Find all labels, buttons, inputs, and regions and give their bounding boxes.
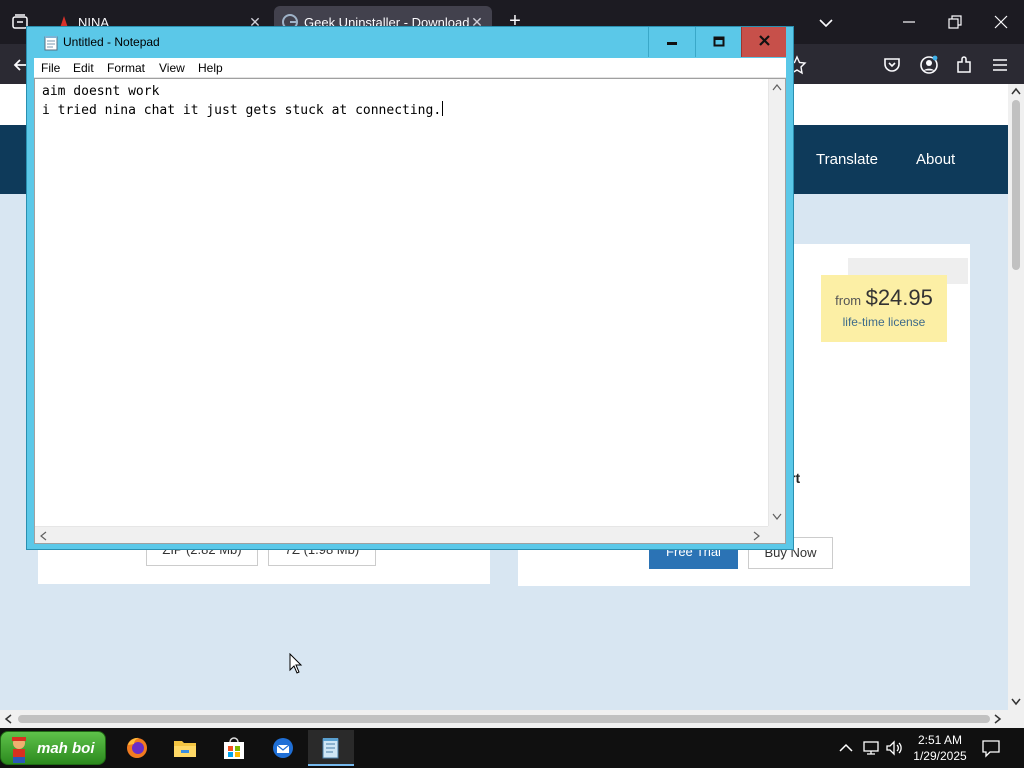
clock-date: 1/29/2025 <box>913 749 967 763</box>
scroll-thumb[interactable] <box>1012 100 1020 270</box>
menu-format[interactable]: Format <box>107 61 145 75</box>
scroll-left-icon[interactable] <box>39 531 47 541</box>
network-icon[interactable] <box>861 738 881 758</box>
scroll-down-icon[interactable] <box>772 513 782 521</box>
notepad-text: aim doesnt work i tried nina chat it jus… <box>42 84 442 118</box>
taskbar: mah boi 2:51 AM 1/29/2025 <box>0 728 1024 768</box>
scroll-left-icon[interactable] <box>4 714 12 724</box>
notifications-icon[interactable] <box>981 738 1001 758</box>
notepad-menu-bar: File Edit Format View Help <box>34 58 786 78</box>
clock-time: 2:51 AM <box>917 733 963 747</box>
menu-edit[interactable]: Edit <box>73 61 94 75</box>
nav-translate-link[interactable]: Translate <box>816 151 878 168</box>
menu-help[interactable]: Help <box>198 61 223 75</box>
notepad-minimize-button[interactable] <box>648 27 694 57</box>
system-clock[interactable]: 2:51 AM 1/29/2025 <box>908 732 972 764</box>
pocket-icon[interactable] <box>881 54 903 76</box>
license-label: life-time license <box>842 315 926 329</box>
file-explorer-icon <box>174 741 196 757</box>
menu-view[interactable]: View <box>159 61 185 75</box>
notepad-horizontal-scrollbar[interactable] <box>35 526 769 543</box>
size-grip[interactable] <box>768 526 785 543</box>
minimize-window-icon[interactable] <box>897 10 921 34</box>
scroll-right-icon[interactable] <box>753 531 761 541</box>
notepad-title-icon <box>44 36 58 51</box>
store-icon <box>224 737 244 759</box>
taskbar-thunderbird[interactable] <box>260 730 306 766</box>
price-value: $24.95 <box>865 285 933 310</box>
menu-file[interactable]: File <box>41 61 60 75</box>
volume-icon[interactable] <box>884 738 904 758</box>
price-box: from $24.95 life-time license <box>821 275 947 342</box>
notepad-close-button[interactable] <box>741 27 786 57</box>
minimize-icon <box>667 42 677 45</box>
text-caret <box>442 101 444 116</box>
maximize-icon <box>713 36 725 47</box>
scroll-up-icon[interactable] <box>772 83 782 91</box>
start-mascot-icon <box>12 737 26 763</box>
nav-about-link[interactable]: About <box>916 151 955 168</box>
menu-icon[interactable] <box>989 54 1011 76</box>
mouse-cursor-icon <box>289 653 303 674</box>
page-horizontal-scrollbar[interactable] <box>0 710 1024 728</box>
notepad-icon <box>322 738 339 759</box>
taskbar-store[interactable] <box>211 730 257 766</box>
notepad-window: Untitled - Notepad File Edit Format View… <box>26 26 794 550</box>
close-window-icon[interactable] <box>989 10 1013 34</box>
taskbar-notepad[interactable] <box>308 730 354 766</box>
scroll-right-icon[interactable] <box>994 714 1002 724</box>
extensions-icon[interactable] <box>953 54 975 76</box>
start-button[interactable]: mah boi <box>0 731 106 765</box>
notepad-title: Untitled - Notepad <box>63 35 160 49</box>
notepad-text-area[interactable]: aim doesnt work i tried nina chat it jus… <box>34 78 786 544</box>
notepad-vertical-scrollbar[interactable] <box>768 79 785 526</box>
thunderbird-icon <box>273 738 293 758</box>
notepad-content[interactable]: aim doesnt work i tried nina chat it jus… <box>42 83 444 120</box>
account-icon[interactable] <box>918 54 940 76</box>
chevron-down-icon[interactable] <box>815 12 837 34</box>
taskbar-file-explorer[interactable] <box>162 730 208 766</box>
firefox-icon <box>127 737 147 758</box>
taskbar-firefox[interactable] <box>114 730 160 766</box>
restore-window-icon[interactable] <box>943 10 967 34</box>
notepad-maximize-button[interactable] <box>695 27 741 57</box>
page-vertical-scrollbar[interactable] <box>1008 84 1024 710</box>
close-icon <box>759 35 770 46</box>
scroll-thumb[interactable] <box>18 715 990 723</box>
tray-overflow-chevron-icon[interactable] <box>836 738 856 758</box>
price-from-label: from <box>835 293 862 308</box>
scroll-down-icon[interactable] <box>1011 698 1021 706</box>
start-label: mah boi <box>37 740 95 757</box>
scroll-up-icon[interactable] <box>1011 87 1021 95</box>
